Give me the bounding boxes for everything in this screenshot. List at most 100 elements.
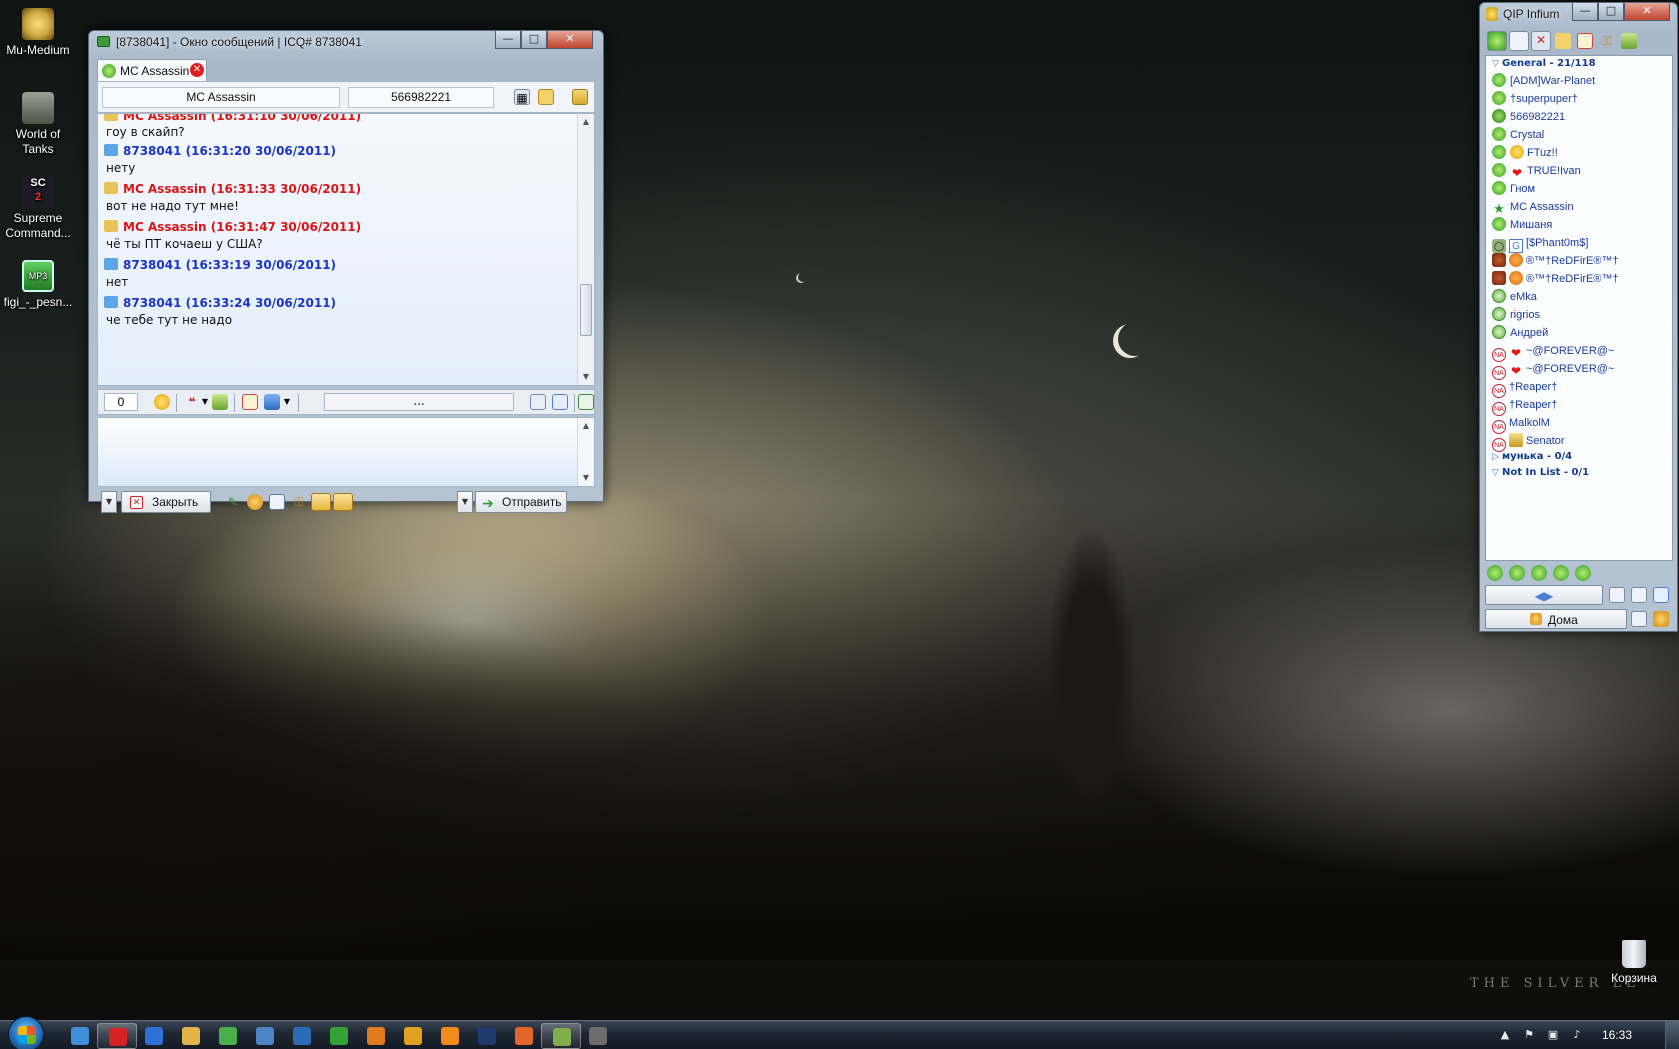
show-hidden-icons-icon[interactable]: ▲ — [1498, 1028, 1512, 1042]
desktop-icon-mu-medium[interactable]: Mu-Medium — [0, 8, 76, 58]
taskbar-button-tank-app[interactable] — [578, 1023, 618, 1049]
save-icon[interactable] — [264, 394, 280, 410]
qip-titlebar[interactable]: QIP Infium — □ ✕ — [1480, 3, 1677, 25]
contact-item[interactable]: ◯ G [$Phant0m$] — [1492, 235, 1588, 253]
desktop-icon-figi-mp3[interactable]: MP3 figi_-_pesn... — [0, 260, 76, 310]
scroll-down-icon[interactable]: ▼ — [578, 470, 594, 486]
taskbar-button-folder[interactable] — [171, 1023, 211, 1049]
volume-icon[interactable]: ♪ — [1570, 1028, 1584, 1042]
prev-next-button[interactable]: ◀▶ — [1485, 585, 1603, 605]
show-desktop-button[interactable] — [1665, 1021, 1679, 1049]
contact-item[interactable]: ❤ TRUE!Ivan — [1492, 163, 1581, 181]
history-toggle-icon[interactable] — [333, 493, 353, 511]
send-button[interactable]: ➔ Отправить — [475, 491, 567, 513]
contact-item[interactable]: NA MalkolM — [1492, 415, 1550, 434]
contact-item[interactable]: NA Senator — [1492, 433, 1565, 452]
minimize-button[interactable]: — — [495, 31, 521, 49]
status-button[interactable]: Дома — [1485, 609, 1627, 629]
profile-icon[interactable] — [1653, 611, 1669, 627]
maximize-button[interactable]: □ — [1598, 3, 1624, 21]
contact-list[interactable]: ▽ General - 21/118 [ADM]War-Planet †super… — [1485, 55, 1673, 561]
status-online-icon[interactable] — [1509, 565, 1525, 581]
group-not-in-list[interactable]: ▽ Not In List - 0/1 — [1492, 467, 1589, 478]
scroll-up-icon[interactable]: ▲ — [578, 114, 594, 130]
taskbar-button-cross-app[interactable] — [282, 1023, 322, 1049]
scroll-down-icon[interactable]: ▼ — [578, 369, 594, 385]
status-online-icon[interactable] — [1553, 565, 1569, 581]
contact-item[interactable]: FTuz!! — [1492, 145, 1558, 163]
contact-item[interactable]: ®™†ReDFirE®™† — [1492, 253, 1619, 271]
status-online-icon[interactable] — [1531, 565, 1547, 581]
close-tab-icon[interactable]: ✕ — [190, 63, 204, 77]
group-general[interactable]: ▽ General - 21/118 — [1492, 58, 1596, 69]
contact-details-icon[interactable] — [247, 494, 263, 510]
taskbar-button-firefox[interactable] — [356, 1023, 396, 1049]
network-icon[interactable]: ▣ — [1546, 1028, 1560, 1042]
settings-icon[interactable] — [1631, 587, 1647, 603]
contact-item[interactable]: rigrios — [1492, 307, 1540, 325]
close-chat-button[interactable]: ✕ Закрыть — [121, 491, 211, 513]
calendar-icon[interactable] — [1577, 33, 1593, 49]
history-folder-icon[interactable] — [538, 89, 554, 105]
send-file-icon[interactable] — [572, 89, 588, 105]
taskbar-clock[interactable]: 16:33 — [1602, 1028, 1632, 1042]
contact-item[interactable]: Гном — [1492, 181, 1535, 199]
tab-mc-assassin[interactable]: MC Assassin ✕ — [97, 59, 207, 81]
status-online-icon[interactable] — [1575, 565, 1591, 581]
taskbar-button-q-app[interactable] — [504, 1023, 544, 1049]
scroll-up-icon[interactable]: ▲ — [578, 418, 594, 434]
quote-dropdown-icon[interactable]: ▼ — [200, 394, 210, 410]
status-message-combo[interactable]: ... — [324, 393, 514, 411]
contact-item[interactable]: eMka — [1492, 289, 1537, 307]
pen-icon[interactable]: ✎ — [225, 494, 241, 510]
translit-icon[interactable] — [212, 394, 228, 410]
input-scrollbar[interactable]: ▲ ▼ — [577, 418, 594, 486]
message-input[interactable]: ▲ ▼ — [97, 417, 595, 487]
files-icon[interactable] — [1555, 33, 1571, 49]
action-center-flag-icon[interactable]: ⚑ — [1522, 1028, 1536, 1042]
contact-item[interactable]: NA ❤ ~@FOREVER@~ — [1492, 361, 1614, 380]
options-dropdown[interactable]: ▼ — [101, 491, 117, 513]
taskbar-button-chat-app[interactable] — [208, 1023, 248, 1049]
contact-card-icon[interactable]: ▦ — [514, 89, 530, 105]
save-dropdown-icon[interactable]: ▼ — [282, 394, 292, 410]
close-window-button[interactable]: ✕ — [547, 31, 593, 49]
close-window-button[interactable]: ✕ — [1624, 3, 1670, 21]
mute-icon[interactable]: ✕ — [1531, 31, 1551, 51]
show-offline-icon[interactable] — [1653, 587, 1669, 603]
contact-item[interactable]: NA ❤ ~@FOREVER@~ — [1492, 343, 1614, 362]
contact-item[interactable]: Crystal — [1492, 127, 1544, 145]
key-icon[interactable]: ⚿ — [1599, 33, 1615, 49]
quote-icon[interactable]: ❝ — [184, 394, 200, 410]
desktop-icon-world-of-tanks[interactable]: World of Tanks — [0, 92, 76, 157]
taskbar-button-photoshop[interactable] — [467, 1023, 507, 1049]
contact-item[interactable]: Мишаня — [1492, 217, 1552, 235]
taskbar-button-utorrent[interactable] — [319, 1023, 359, 1049]
taskbar-button-flash-app[interactable] — [134, 1023, 174, 1049]
close-history-icon[interactable] — [578, 394, 594, 410]
taskbar-button-h-app[interactable] — [393, 1023, 433, 1049]
smiley-icon[interactable] — [154, 394, 170, 410]
contacts-icon[interactable] — [1487, 31, 1507, 51]
minimize-button[interactable]: — — [1572, 3, 1598, 21]
maximize-button[interactable]: □ — [521, 31, 547, 49]
taskbar-button-opera[interactable] — [97, 1023, 137, 1049]
calendar-icon[interactable] — [242, 394, 258, 410]
taskbar-button-pen-app[interactable] — [245, 1023, 285, 1049]
desktop-icon-recycle-bin[interactable]: Корзина — [1596, 940, 1672, 986]
notes-icon[interactable] — [1509, 31, 1529, 51]
search-contacts-icon[interactable] — [1609, 587, 1625, 603]
network-icon[interactable] — [1631, 611, 1647, 627]
key-icon[interactable]: ⚿ — [291, 494, 307, 510]
chat-titlebar[interactable]: [8738041] - Окно сообщений | ICQ# 873804… — [89, 31, 603, 53]
contact-item[interactable]: 566982221 — [1492, 109, 1565, 127]
insert-image-icon[interactable] — [530, 394, 546, 410]
scrollbar-thumb[interactable] — [580, 284, 592, 336]
contact-item[interactable]: Андрей — [1492, 325, 1548, 343]
contact-item[interactable]: NA †Reaper† — [1492, 397, 1557, 416]
contact-item[interactable]: [ADM]War-Planet — [1492, 73, 1595, 91]
message-history[interactable]: MC Assassin (16:31:10 30/06/2011) гоу в … — [97, 113, 595, 386]
plugins-icon[interactable] — [1621, 33, 1637, 49]
taskbar-button-x-app[interactable] — [60, 1023, 100, 1049]
fit-icon[interactable] — [552, 394, 568, 410]
